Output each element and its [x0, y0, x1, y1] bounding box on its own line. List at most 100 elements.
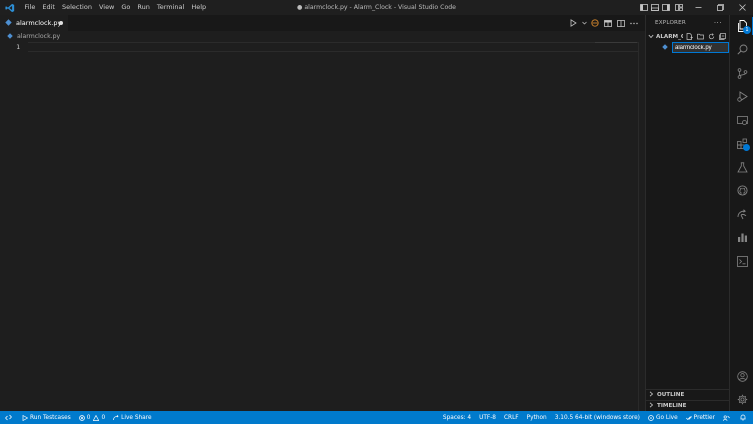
warning-icon	[93, 414, 100, 421]
run-and-debug-icon[interactable]	[730, 85, 753, 107]
extensions-update-icon	[743, 144, 750, 151]
prettier-label: Prettier	[693, 414, 715, 421]
current-line-highlight	[28, 42, 638, 52]
python-file-icon	[5, 18, 12, 28]
toggle-primary-sidebar-icon[interactable]	[638, 0, 649, 15]
menu-run[interactable]: Run	[134, 0, 153, 15]
folder-name: ALARM_CLOCK	[656, 33, 683, 40]
tab-label: alarmclock.py	[16, 19, 62, 27]
new-file-icon[interactable]	[685, 32, 694, 41]
chevron-down-icon	[648, 33, 654, 41]
remote-indicator-icon[interactable]	[0, 411, 18, 424]
rename-file-input[interactable]	[672, 42, 729, 53]
source-control-icon[interactable]	[730, 62, 753, 84]
explorer-icon[interactable]: 1	[730, 15, 753, 37]
analytics-chart-icon[interactable]	[730, 226, 753, 248]
title-bar: File Edit Selection View Go Run Terminal…	[0, 0, 753, 15]
broadcast-icon	[648, 414, 654, 421]
chevron-right-icon	[649, 391, 654, 399]
menu-file[interactable]: File	[21, 0, 39, 15]
customize-layout-icon[interactable]	[671, 0, 687, 15]
toggle-secondary-sidebar-icon[interactable]	[660, 0, 671, 15]
chevron-right-icon	[649, 402, 654, 410]
go-live-label: Go Live	[655, 414, 678, 421]
code-editor[interactable]: 1	[0, 42, 645, 411]
editor-scrollbar[interactable]	[638, 42, 645, 411]
run-python-file-icon[interactable]	[568, 17, 578, 29]
python-interpreter-status[interactable]: 3.10.5 64-bit (windows store)	[551, 411, 644, 424]
accounts-icon[interactable]	[730, 365, 753, 387]
explorer-title: EXPLORER	[655, 20, 686, 26]
extensions-icon[interactable]	[730, 132, 753, 154]
editor-actions	[568, 15, 645, 31]
explorer-header: EXPLORER ···	[646, 15, 729, 31]
status-bar: Run Testcases 0 0 Live Share Spaces: 4 U…	[0, 411, 753, 424]
more-actions-icon[interactable]	[629, 17, 639, 29]
split-editor-icon[interactable]	[616, 17, 626, 29]
activity-bar: 1	[729, 15, 753, 411]
outline-label: OUTLINE	[657, 392, 685, 398]
encoding-status[interactable]: UTF-8	[475, 411, 500, 424]
menu-selection[interactable]: Selection	[58, 0, 95, 15]
double-check-icon	[685, 415, 692, 420]
menu-bar: File Edit Selection View Go Run Terminal…	[21, 0, 210, 15]
notifications-bell-icon[interactable]	[736, 411, 753, 424]
breadcrumb: alarmclock.py	[0, 31, 645, 42]
testing-flask-icon[interactable]	[730, 156, 753, 178]
breadcrumb-file[interactable]: alarmclock.py	[17, 33, 60, 40]
menu-view[interactable]: View	[95, 0, 117, 15]
menu-go[interactable]: Go	[118, 0, 134, 15]
warning-count: 0	[101, 414, 106, 421]
explorer-sidebar: EXPLORER ··· ALARM_CLOCK	[645, 15, 730, 411]
outline-section[interactable]: OUTLINE	[646, 389, 730, 400]
vscode-logo-icon	[2, 0, 17, 15]
timeline-section[interactable]: TIMELINE	[646, 400, 730, 411]
feedback-icon[interactable]	[719, 411, 736, 424]
new-folder-icon[interactable]	[696, 32, 705, 41]
folder-alarm-clock[interactable]: ALARM_CLOCK	[646, 31, 729, 42]
restore-icon[interactable]	[709, 0, 731, 15]
refresh-icon[interactable]	[707, 32, 716, 41]
run-testcases-label: Run Testcases	[30, 414, 71, 421]
title-bar-controls	[638, 0, 753, 15]
explorer-badge: 1	[743, 26, 751, 34]
unsaved-dot-icon[interactable]	[59, 21, 63, 25]
run-testcases-button[interactable]: Run Testcases	[18, 411, 75, 424]
python-file-icon	[7, 32, 13, 41]
terminal-panel-icon[interactable]	[730, 250, 753, 272]
live-share-button[interactable]: Live Share	[109, 411, 155, 424]
python-file-icon	[662, 43, 668, 52]
problems-indicator[interactable]: 0 0	[75, 411, 109, 424]
minimize-icon[interactable]	[687, 0, 709, 15]
error-count: 0	[86, 414, 91, 421]
open-preview-icon[interactable]	[603, 17, 613, 29]
indentation-status[interactable]: Spaces: 4	[439, 411, 475, 424]
explorer-more-icon[interactable]: ···	[714, 19, 722, 27]
status-bar-right: Spaces: 4 UTF-8 CRLF Python 3.10.5 64-bi…	[439, 411, 753, 424]
folder-actions	[685, 32, 727, 41]
live-share-label: Live Share	[121, 414, 152, 421]
compare-changes-icon[interactable]	[590, 17, 600, 29]
file-row-alarmclock-py[interactable]	[646, 42, 729, 53]
github-icon[interactable]	[730, 179, 753, 201]
prettier-button[interactable]: Prettier	[682, 411, 719, 424]
run-dropdown-chevron-icon[interactable]	[581, 17, 587, 29]
timeline-label: TIMELINE	[657, 403, 687, 409]
search-icon[interactable]	[730, 38, 753, 60]
line-number: 1	[16, 43, 20, 51]
settings-gear-icon[interactable]	[730, 388, 753, 410]
collapse-all-icon[interactable]	[718, 32, 727, 41]
close-window-icon[interactable]	[731, 0, 753, 15]
eol-status[interactable]: CRLF	[500, 411, 523, 424]
language-mode-status[interactable]: Python	[523, 411, 551, 424]
editor-tab-bar: alarmclock.py	[0, 15, 645, 31]
tab-alarmclock-py[interactable]: alarmclock.py	[0, 15, 68, 31]
toggle-panel-icon[interactable]	[649, 0, 660, 15]
overview-ruler-indicator	[595, 42, 637, 43]
menu-edit[interactable]: Edit	[39, 0, 59, 15]
menu-terminal[interactable]: Terminal	[153, 0, 187, 15]
go-live-button[interactable]: Go Live	[644, 411, 682, 424]
remote-explorer-icon[interactable]	[730, 109, 753, 131]
live-share-icon[interactable]	[730, 203, 753, 225]
menu-help[interactable]: Help	[188, 0, 210, 15]
